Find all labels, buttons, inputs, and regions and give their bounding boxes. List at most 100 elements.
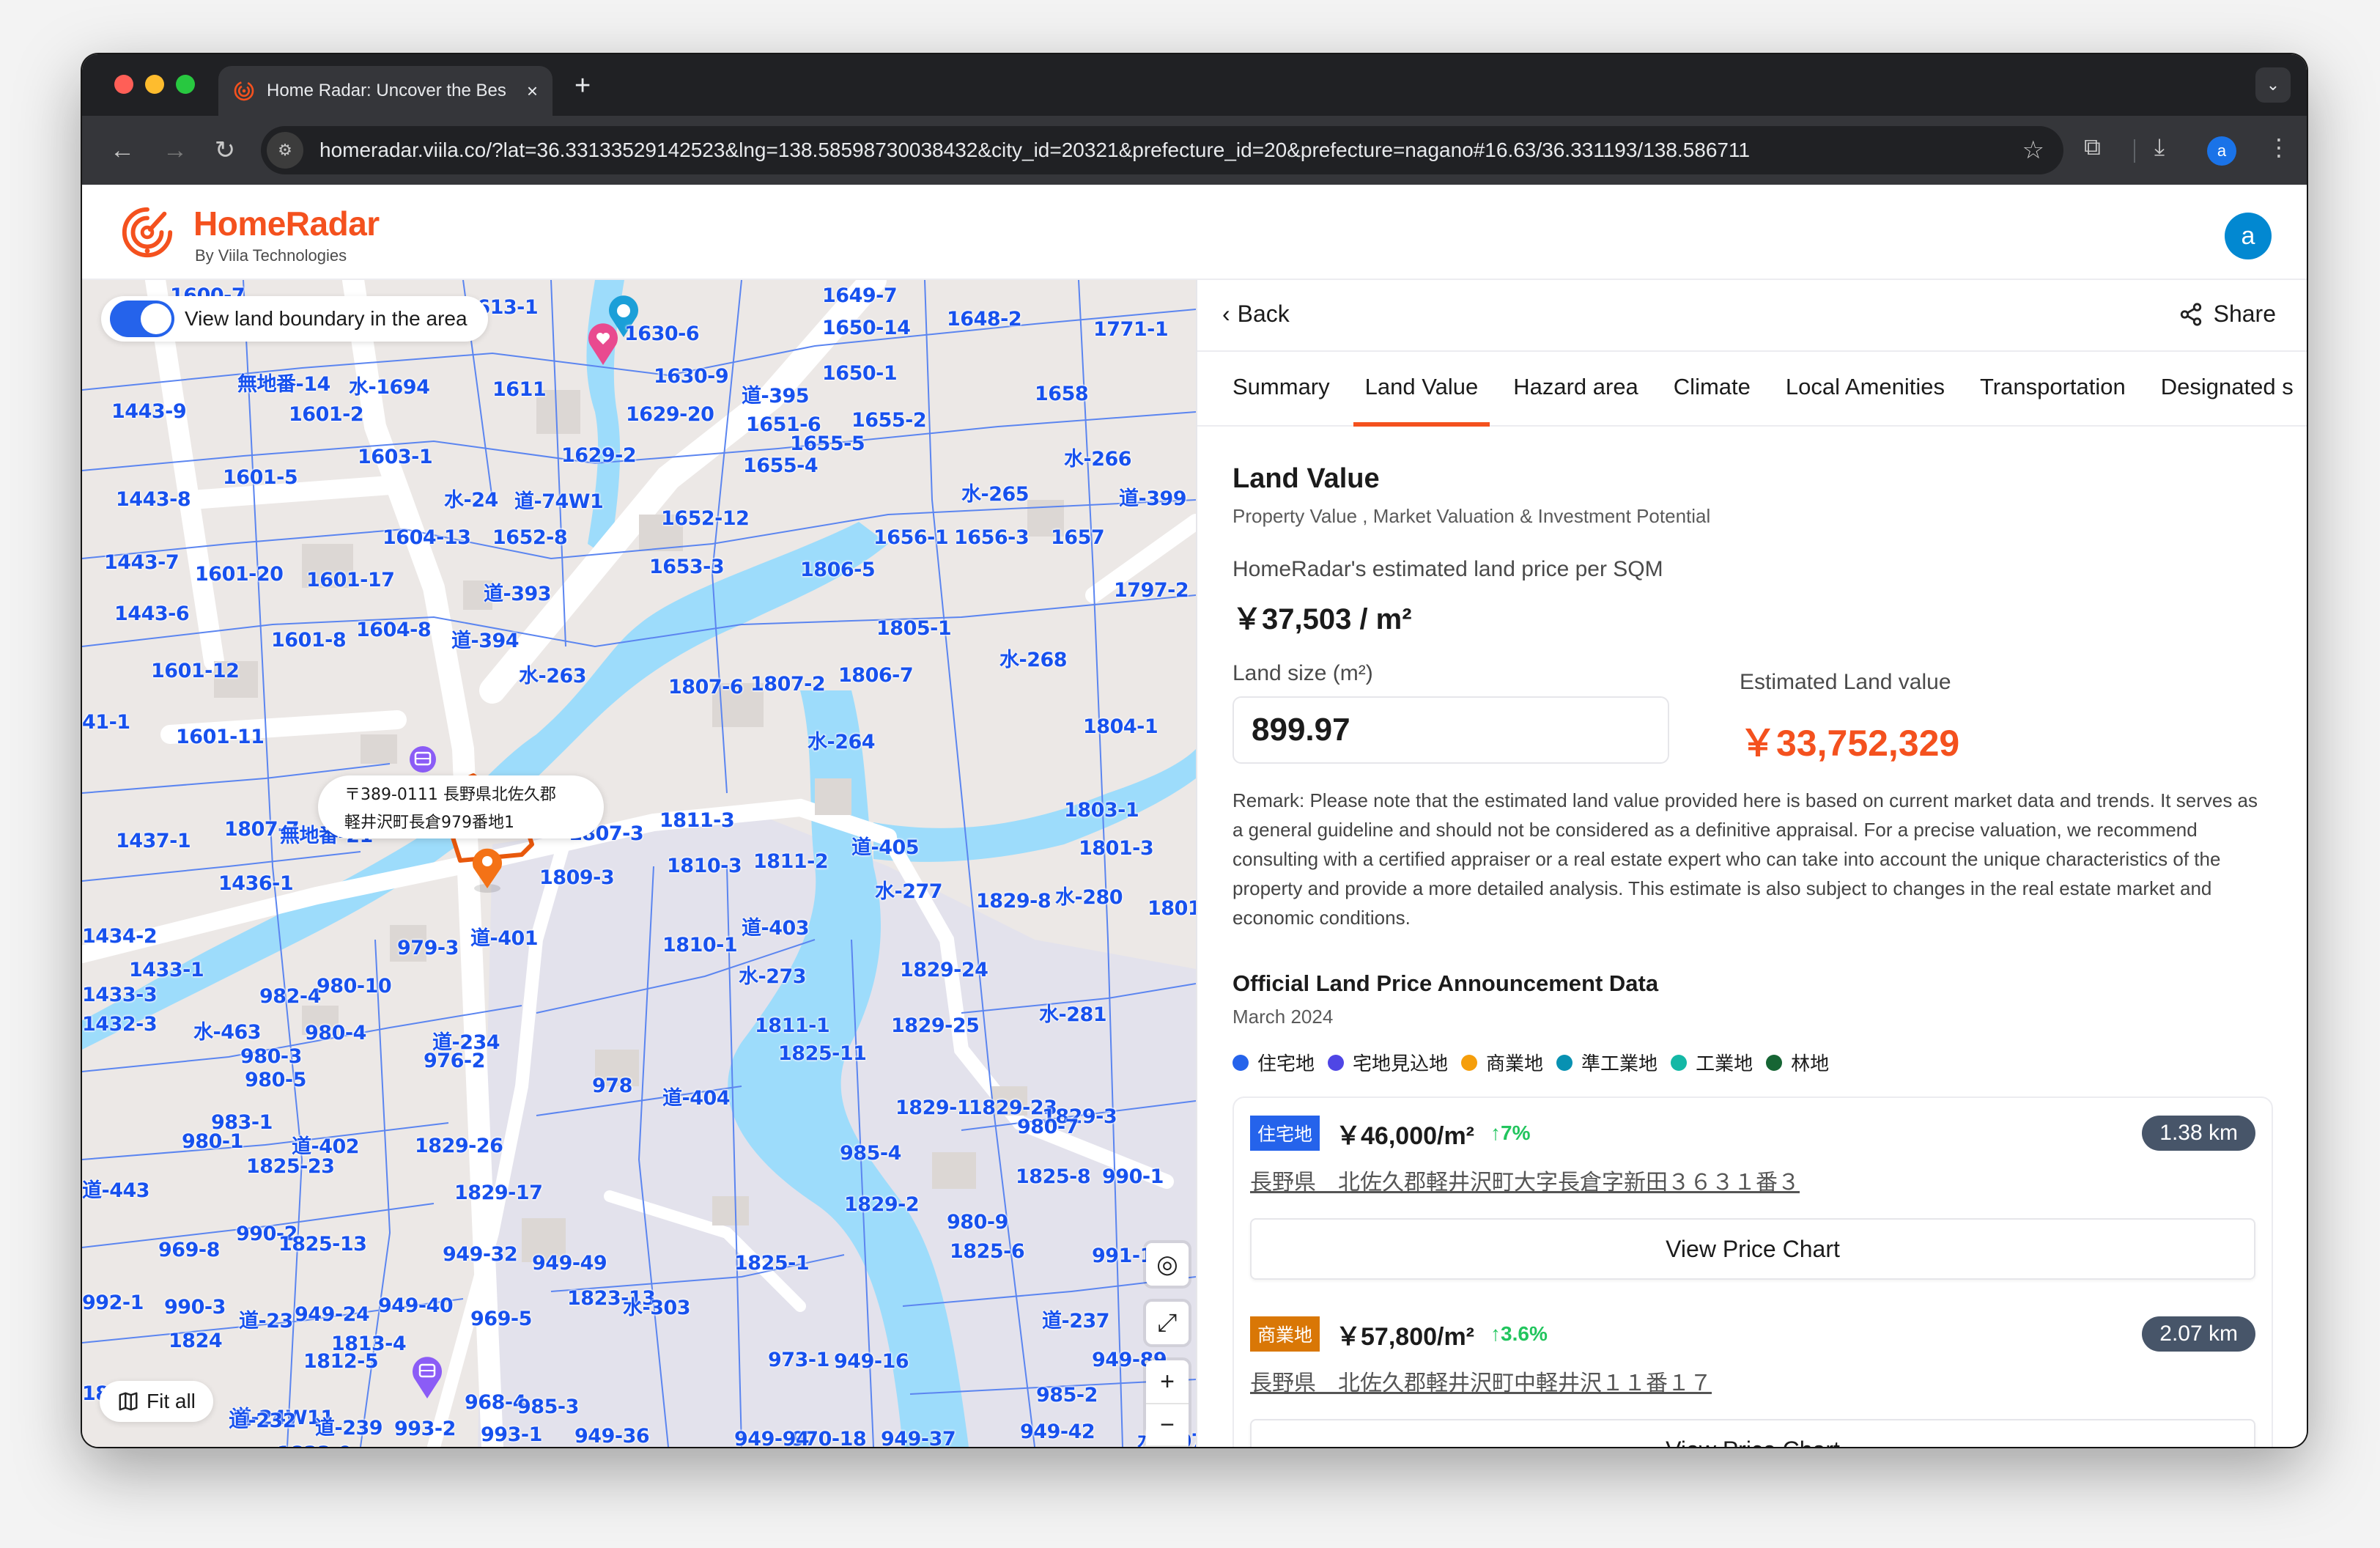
maximize-window-button[interactable] (176, 75, 195, 94)
tab-summary[interactable]: Summary (1215, 352, 1348, 425)
parcel-label: 985-3 (517, 1396, 579, 1418)
toggle-switch[interactable] (110, 301, 174, 337)
browser-tab[interactable]: Home Radar: Uncover the Bes × (218, 66, 552, 116)
distance-badge: 2.07 km (2142, 1316, 2255, 1352)
parcel-label: 1653-3 (649, 556, 725, 578)
fit-all-button[interactable]: Fit all (100, 1381, 213, 1422)
tab-transportation[interactable]: Transportation (1962, 352, 2143, 425)
legend-item: 宅地見込地 (1328, 1049, 1448, 1076)
parcel-label: 1813-4 (331, 1333, 407, 1355)
parcel-label: 980-9 (947, 1211, 1008, 1234)
parcel-label: 1601-20 (195, 563, 284, 586)
user-avatar[interactable]: a (2225, 213, 2272, 259)
site-info-icon[interactable]: ⚙ (267, 132, 303, 169)
tab-designated[interactable]: Designated s (2143, 352, 2307, 425)
browser-window: Home Radar: Uncover the Bes × + ⌄ ← → ↻ … (82, 54, 2307, 1447)
app-header: HomeRadar By Viila Technologies a (82, 185, 2307, 280)
brand-subtitle: By Viila Technologies (195, 246, 347, 265)
legend-dot (1232, 1054, 1249, 1071)
land-size-input[interactable]: 899.97 (1232, 696, 1669, 764)
brand-name[interactable]: HomeRadar (193, 204, 380, 243)
download-icon[interactable]: ⤓ (2154, 133, 2165, 161)
estimate-label: HomeRadar's estimated land price per SQM (1232, 557, 1663, 581)
parcel-label: 1825-13 (278, 1233, 367, 1256)
parcel-label: 水-268 (999, 649, 1068, 671)
browser-menu-icon[interactable]: ⋮ (2267, 133, 2291, 161)
selected-location-pin-icon[interactable] (469, 846, 506, 893)
view-price-chart-button[interactable]: View Price Chart (1250, 1218, 2255, 1280)
minimize-window-button[interactable] (145, 75, 164, 94)
parcel-label: 道-405 (851, 836, 920, 859)
official-price: ￥57,800/m² (1336, 1322, 1475, 1351)
bus-stop-marker-icon[interactable] (406, 745, 440, 774)
parcel-label: 1656-1 (873, 526, 949, 549)
fullscreen-icon[interactable]: ⤢ (1146, 1302, 1189, 1344)
welfare-poi-marker-icon[interactable] (586, 322, 620, 366)
parcel-label: 985-4 (840, 1142, 901, 1165)
back-arrow-icon[interactable]: ← (104, 132, 141, 169)
parcel-label: 980-10 (317, 975, 392, 998)
official-price-address-link[interactable]: 長野県 北佐久郡軽井沢町中軽井沢１１番１７ (1250, 1365, 2255, 1397)
parcel-label: 992-1 (82, 1291, 144, 1314)
parcel-label: 1655-5 (790, 432, 865, 455)
fit-all-label: Fit all (147, 1390, 196, 1412)
url-text[interactable]: homeradar.viila.co/?lat=36.3313352914252… (319, 139, 1750, 162)
tab-local-amenities[interactable]: Local Amenities (1768, 352, 1962, 425)
tab-strip: Home Radar: Uncover the Bes × + ⌄ (82, 54, 2307, 116)
back-button[interactable]: ‹ Back (1222, 301, 1290, 328)
land-value-content: Land Value Property Value , Market Valua… (1197, 463, 2307, 1447)
tab-land-value[interactable]: Land Value (1348, 352, 1496, 427)
view-price-chart-button[interactable]: View Price Chart (1250, 1419, 2255, 1447)
parcel-label: 道-239 (315, 1417, 383, 1440)
parcel-label: 993-1 (481, 1423, 542, 1446)
address-bar[interactable]: ⚙ homeradar.viila.co/?lat=36.33133529142… (261, 126, 2063, 174)
parcel-label: 969-5 (470, 1308, 532, 1330)
tab-close-icon[interactable]: × (527, 80, 538, 103)
homeradar-logo-icon[interactable] (119, 204, 176, 261)
parcel-label: 1601-8 (271, 629, 347, 652)
estimated-value-label: Estimated Land value (1740, 670, 1951, 694)
parcel-label: 道-404 (662, 1087, 731, 1110)
close-window-button[interactable] (114, 75, 133, 94)
land-boundary-toggle[interactable]: View land boundary in the area (101, 296, 488, 342)
parcel-label: 980-1 (182, 1130, 243, 1153)
parcel-label: 1801-3 (1079, 837, 1154, 860)
zoom-out-button[interactable]: − (1146, 1403, 1189, 1445)
official-price-address-link[interactable]: 長野県 北佐久郡軽井沢町大字長倉字新田３６３１番３ (1250, 1164, 2255, 1196)
tab-search-button[interactable]: ⌄ (2255, 67, 2291, 103)
parcel-label: 道-237 (1042, 1310, 1110, 1333)
share-button[interactable]: Share (2178, 301, 2276, 328)
parcel-label: 1811-3 (659, 809, 735, 832)
zoom-in-button[interactable]: + (1146, 1360, 1189, 1403)
parcel-label: 道-394 (451, 630, 520, 652)
section-tabs: Summary Land Value Hazard area Climate L… (1197, 352, 2307, 427)
extensions-icon[interactable]: ⧉ (2084, 133, 2101, 161)
legend-item: 準工業地 (1556, 1049, 1658, 1076)
parcel-label: 水-281 (1039, 1003, 1107, 1026)
reload-icon[interactable]: ↻ (207, 132, 243, 169)
parcel-label: 949-16 (834, 1350, 909, 1373)
new-tab-button[interactable]: + (574, 70, 591, 102)
parcel-label: 1601-12 (151, 660, 240, 682)
address-line-1: 〒389-0111 長野県北佐久郡 (344, 786, 556, 804)
tab-hazard-area[interactable]: Hazard area (1496, 352, 1656, 425)
parcel-label: 1771-1 (1093, 318, 1169, 341)
legend-label: 宅地見込地 (1353, 1053, 1449, 1075)
legend-dot (1328, 1054, 1345, 1071)
bus-stop-marker-icon[interactable] (410, 1356, 444, 1400)
price-change: ↑7% (1490, 1121, 1531, 1144)
legend-dot (1461, 1054, 1478, 1071)
browser-profile-avatar[interactable]: a (2207, 136, 2236, 166)
forward-arrow-icon[interactable]: → (157, 132, 193, 169)
locate-icon[interactable]: ◎ (1146, 1243, 1189, 1286)
parcel-label: 1806-7 (838, 664, 914, 687)
land-type-legend: 住宅地 宅地見込地 商業地 準工業地 工業地 林地 (1232, 1049, 2273, 1076)
parcel-label: 1807-2 (750, 673, 826, 696)
land-map[interactable]: 1600-71613-11649-71648-21630-61650-14177… (82, 280, 1196, 1447)
tab-climate[interactable]: Climate (1656, 352, 1768, 425)
bookmark-star-icon[interactable]: ☆ (2022, 136, 2044, 165)
compass-icon[interactable]: ▲ (1146, 1445, 1189, 1447)
parcel-label: 1825-6 (950, 1240, 1025, 1263)
parcel-label: 1443-6 (114, 602, 190, 625)
parcel-label: 949-94 (734, 1428, 810, 1447)
